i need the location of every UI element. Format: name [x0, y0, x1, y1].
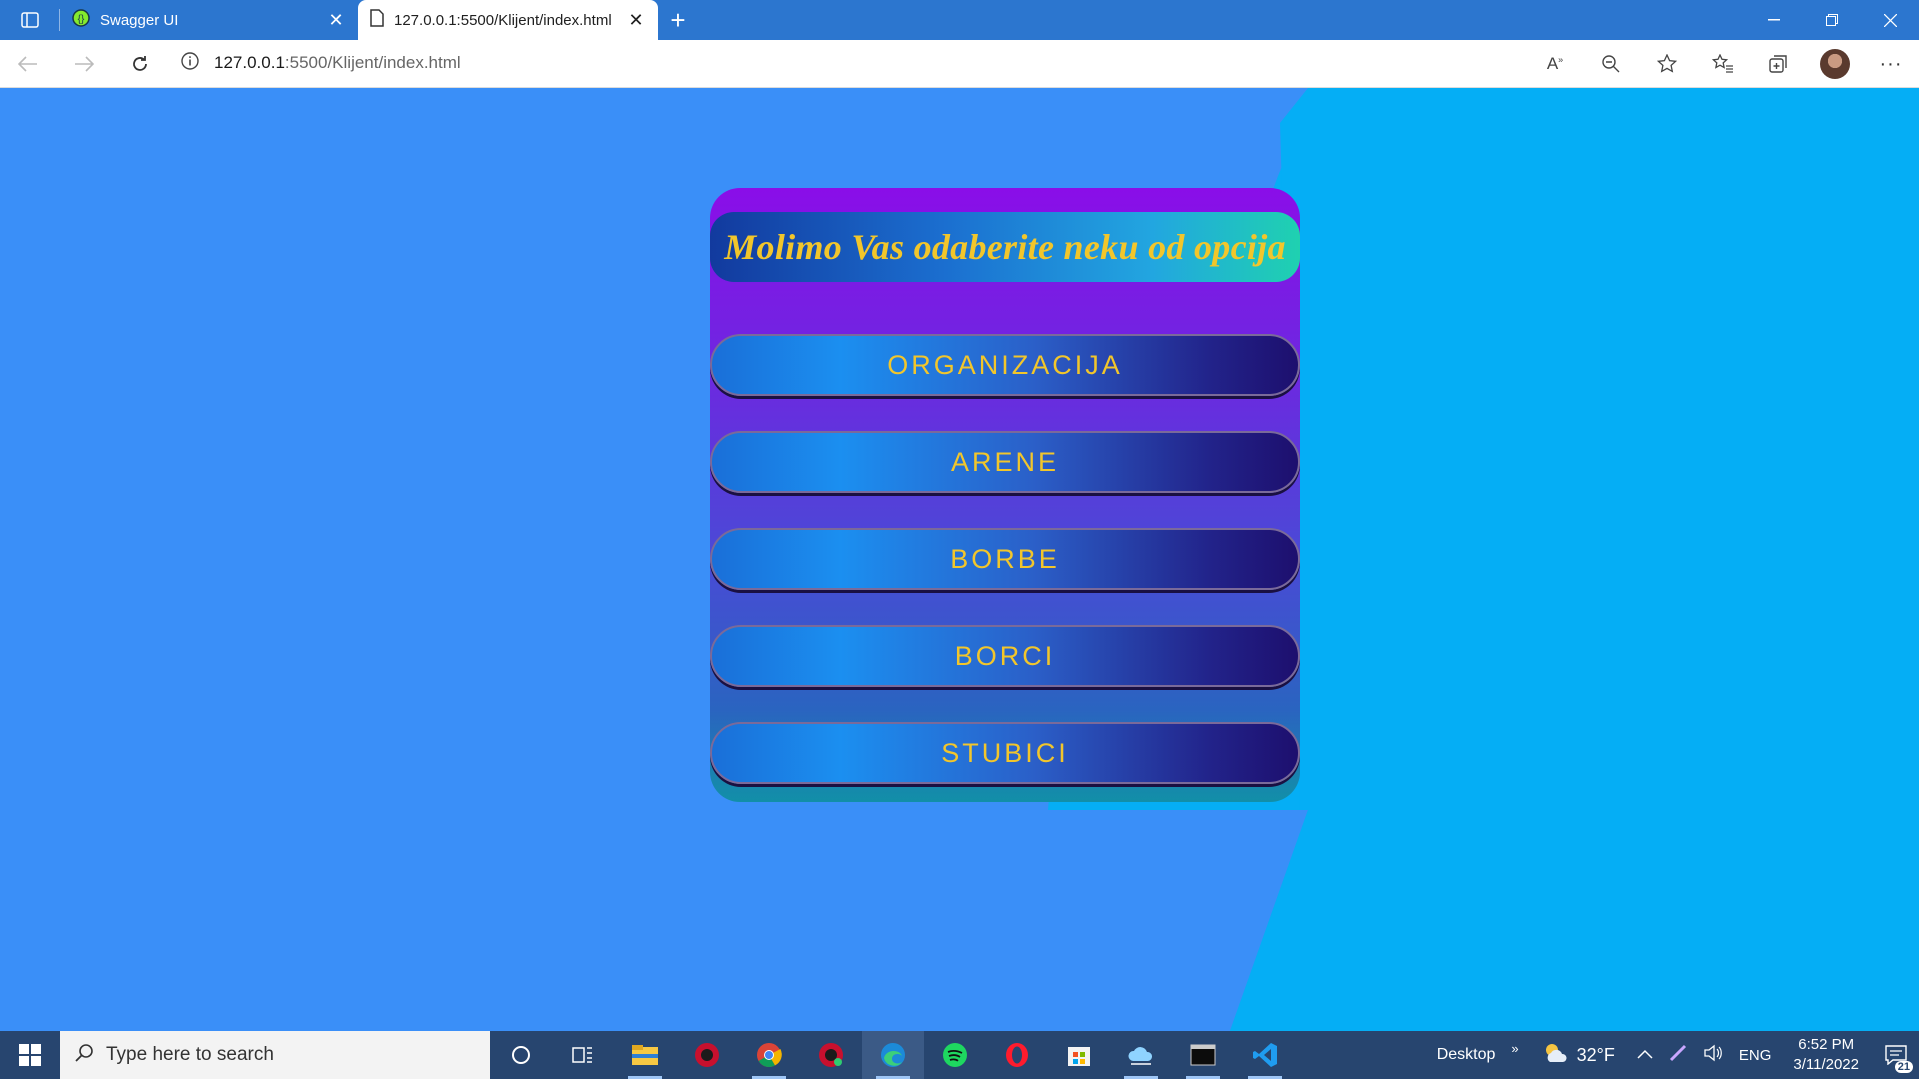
collections-icon[interactable]: [1751, 40, 1807, 88]
more-icon[interactable]: ···: [1863, 40, 1919, 88]
close-icon[interactable]: ✕: [326, 10, 346, 31]
favorites-icon[interactable]: [1695, 40, 1751, 88]
task-view-icon[interactable]: [552, 1031, 614, 1079]
search-icon: [74, 1043, 94, 1068]
taskbar-search[interactable]: Type here to search: [60, 1031, 490, 1079]
weather-icon[interactable]: [1541, 1041, 1569, 1070]
back-icon[interactable]: [0, 40, 56, 88]
tab-title: 127.0.0.1:5500/Klijent/index.html: [394, 11, 612, 29]
button-label: STUBICI: [941, 737, 1069, 768]
tab-index[interactable]: 127.0.0.1:5500/Klijent/index.html ✕: [358, 0, 658, 40]
toolbar-right: A» ···: [1527, 40, 1919, 88]
address-bar[interactable]: 127.0.0.1:5500/Klijent/index.html: [180, 44, 1680, 82]
desktop-toolbar-label[interactable]: Desktop: [1429, 1046, 1504, 1064]
url-text: 127.0.0.1:5500/Klijent/index.html: [214, 53, 461, 73]
edge-icon[interactable]: [862, 1031, 924, 1079]
avatar: [1820, 49, 1850, 79]
app-red-icon[interactable]: [676, 1031, 738, 1079]
app-cloud-icon[interactable]: [1110, 1031, 1172, 1079]
tab-swagger[interactable]: {} Swagger UI ✕: [60, 0, 358, 40]
browser-toolbar: 127.0.0.1:5500/Klijent/index.html A» ···: [0, 40, 1919, 88]
window-controls: [1745, 0, 1919, 40]
menu-card: Molimo Vas odaberite neku od opcija ORGA…: [710, 188, 1300, 802]
opera-icon[interactable]: [986, 1031, 1048, 1079]
pen-icon[interactable]: [1661, 1044, 1695, 1067]
store-icon[interactable]: [1048, 1031, 1110, 1079]
borbe-button[interactable]: BORBE: [710, 528, 1300, 590]
page-title-banner: Molimo Vas odaberite neku od opcija: [710, 212, 1300, 282]
file-explorer-icon[interactable]: [614, 1031, 676, 1079]
forward-icon[interactable]: [56, 40, 112, 88]
chevron-double-icon[interactable]: »: [1503, 1041, 1540, 1056]
restore-icon[interactable]: [1803, 0, 1861, 40]
read-aloud-icon[interactable]: A»: [1527, 40, 1583, 88]
search-placeholder: Type here to search: [106, 1044, 274, 1065]
svg-text:{}: {}: [78, 14, 85, 25]
tab-title: Swagger UI: [100, 11, 179, 29]
windows-start-icon[interactable]: [0, 1031, 60, 1079]
language-indicator[interactable]: ENG: [1731, 1047, 1780, 1064]
url-host: 127.0.0.1: [214, 53, 285, 72]
chevron-up-icon[interactable]: [1629, 1046, 1661, 1064]
browser-titlebar: {} Swagger UI ✕ 127.0.0.1:5500/Klijent/i…: [0, 0, 1919, 40]
notification-icon[interactable]: 21: [1873, 1031, 1919, 1079]
info-icon[interactable]: [180, 51, 200, 76]
add-favorite-icon[interactable]: [1639, 40, 1695, 88]
page-title: Molimo Vas odaberite neku od opcija: [724, 227, 1286, 267]
refresh-icon[interactable]: [112, 40, 168, 88]
chrome-icon[interactable]: [738, 1031, 800, 1079]
clock-date: 3/11/2022: [1793, 1056, 1859, 1073]
vscode-icon[interactable]: [1234, 1031, 1296, 1079]
button-label: BORBE: [950, 543, 1060, 574]
cortana-icon[interactable]: [490, 1031, 552, 1079]
app-red2-icon[interactable]: [800, 1031, 862, 1079]
volume-icon[interactable]: [1695, 1044, 1731, 1067]
borci-button[interactable]: BORCI: [710, 625, 1300, 687]
swagger-icon: {}: [72, 9, 90, 31]
button-label: ARENE: [950, 446, 1060, 477]
button-label: ORGANIZACIJA: [887, 349, 1123, 380]
clock-time: 6:52 PM: [1798, 1036, 1855, 1053]
minimize-icon[interactable]: [1745, 0, 1803, 40]
system-tray: Desktop » 32°F ENG 6:52 PM 3/11/2022 21: [1429, 1031, 1919, 1079]
button-label: BORCI: [954, 640, 1056, 671]
taskbar: Type here to search Desktop » 32°F ENG 6…: [0, 1031, 1919, 1079]
page: Molimo Vas odaberite neku od opcija ORGA…: [0, 88, 1919, 1031]
terminal-icon[interactable]: [1172, 1031, 1234, 1079]
page-icon: [370, 9, 384, 31]
tab-separator: [59, 9, 60, 31]
tab-actions-icon[interactable]: [0, 0, 60, 40]
spotify-icon[interactable]: [924, 1031, 986, 1079]
url-path: :5500/Klijent/index.html: [284, 53, 461, 72]
close-window-icon[interactable]: [1861, 0, 1919, 40]
organizacija-button[interactable]: ORGANIZACIJA: [710, 334, 1300, 396]
zoom-out-icon[interactable]: [1583, 40, 1639, 88]
profile-avatar[interactable]: [1807, 40, 1863, 88]
notification-count: 21: [1894, 1061, 1913, 1073]
close-icon[interactable]: ✕: [626, 10, 646, 31]
arene-button[interactable]: ARENE: [710, 431, 1300, 493]
new-tab-icon[interactable]: +: [658, 0, 698, 40]
stubici-button[interactable]: STUBICI: [710, 722, 1300, 784]
weather-temp[interactable]: 32°F: [1569, 1045, 1629, 1066]
clock[interactable]: 6:52 PM 3/11/2022: [1779, 1035, 1873, 1075]
